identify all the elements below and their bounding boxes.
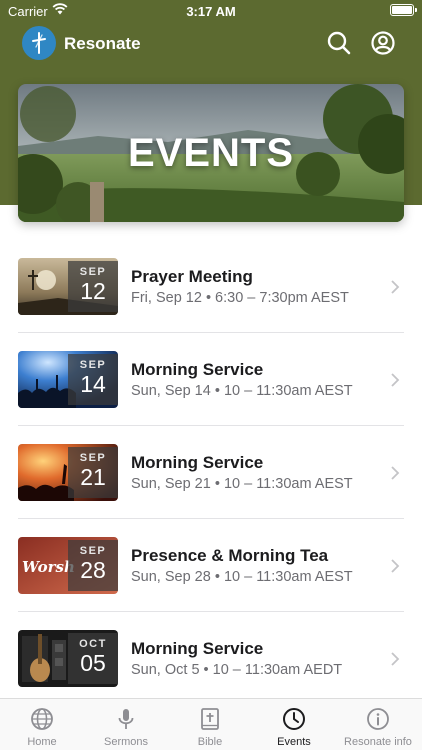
tab-label: Events xyxy=(277,736,311,748)
bible-icon xyxy=(201,708,219,730)
date-badge: SEP 28 xyxy=(68,540,118,591)
date-day: 14 xyxy=(80,371,106,397)
event-title: Presence & Morning Tea xyxy=(131,546,329,565)
date-badge: SEP 21 xyxy=(68,447,118,498)
date-badge: SEP 14 xyxy=(68,354,118,405)
date-month: SEP xyxy=(79,545,107,557)
date-badge: OCT 05 xyxy=(68,633,118,684)
event-thumbnail: SEP 14 xyxy=(18,351,118,408)
chevron-right-icon xyxy=(391,559,400,573)
tab-label: Sermons xyxy=(103,736,149,748)
date-day: 28 xyxy=(80,557,106,583)
tab-bar: Home Sermons Bible Events Resonate info xyxy=(0,698,422,750)
event-subtitle: Sun, Sep 14 • 10 – 11:30am AEST xyxy=(131,383,353,399)
tab-resonate-info[interactable]: Resonate info xyxy=(336,699,420,750)
event-subtitle: Sun, Oct 5 • 10 – 11:30am AEDT xyxy=(131,662,343,678)
status-bar: Carrier 3:17 AM xyxy=(0,0,422,22)
date-month: SEP xyxy=(79,452,107,464)
event-item[interactable]: OCT 05 Morning Service Sun, Oct 5 • 10 –… xyxy=(18,612,404,705)
event-title: Morning Service xyxy=(131,639,264,658)
event-item[interactable]: SEP 12 Prayer Meeting Fri, Sep 12 • 6:30… xyxy=(18,240,404,333)
date-month: SEP xyxy=(79,266,107,278)
tab-label: Home xyxy=(27,736,57,748)
date-day: 05 xyxy=(80,650,106,676)
date-month: OCT xyxy=(79,638,107,650)
app-logo xyxy=(22,26,56,60)
cross-icon xyxy=(32,32,46,54)
tab-events[interactable]: Events xyxy=(252,699,336,750)
chevron-right-icon xyxy=(391,373,400,387)
event-title: Morning Service xyxy=(131,360,264,379)
status-time: 3:17 AM xyxy=(186,4,236,19)
globe-icon xyxy=(31,708,53,730)
events-hero-banner: EVENTS xyxy=(18,84,404,222)
chevron-right-icon xyxy=(391,280,400,294)
date-day: 12 xyxy=(80,278,106,304)
info-icon xyxy=(367,708,389,730)
tab-label: Bible xyxy=(197,736,223,748)
account-icon[interactable] xyxy=(370,30,396,56)
chevron-right-icon xyxy=(391,652,400,666)
chevron-right-icon xyxy=(391,466,400,480)
event-title: Morning Service xyxy=(131,453,264,472)
clock-icon xyxy=(283,708,305,730)
search-icon[interactable] xyxy=(326,30,352,56)
nav-bar: Resonate xyxy=(0,24,422,64)
date-day: 21 xyxy=(80,464,106,490)
battery-icon xyxy=(390,4,414,16)
event-subtitle: Fri, Sep 12 • 6:30 – 7:30pm AEST xyxy=(131,290,349,306)
event-subtitle: Sun, Sep 28 • 10 – 11:30am AEST xyxy=(131,569,353,585)
event-title: Prayer Meeting xyxy=(131,267,253,286)
date-month: SEP xyxy=(79,359,107,371)
event-subtitle: Sun, Sep 21 • 10 – 11:30am AEST xyxy=(131,476,353,492)
tab-bible[interactable]: Bible xyxy=(168,699,252,750)
hero-title: EVENTS xyxy=(127,130,295,175)
tab-label: Resonate info xyxy=(344,736,412,748)
event-thumbnail: SEP 12 xyxy=(18,258,118,315)
event-item[interactable]: SEP 14 Morning Service Sun, Sep 14 • 10 … xyxy=(18,333,404,426)
tab-sermons[interactable]: Sermons xyxy=(84,699,168,750)
worship-thumb-text: Worsh xyxy=(22,558,75,576)
event-item[interactable]: SEP 21 Morning Service Sun, Sep 21 • 10 … xyxy=(18,426,404,519)
event-list: SEP 12 Prayer Meeting Fri, Sep 12 • 6:30… xyxy=(0,240,422,705)
event-thumbnail: OCT 05 xyxy=(18,630,118,687)
tab-home[interactable]: Home xyxy=(0,699,84,750)
event-item[interactable]: Worsh SEP 28 Presence & Morning Tea Sun,… xyxy=(18,519,404,612)
date-badge: SEP 12 xyxy=(68,261,118,312)
event-thumbnail: SEP 21 xyxy=(18,444,118,501)
event-thumbnail: Worsh SEP 28 xyxy=(18,537,118,594)
microphone-icon xyxy=(118,709,134,729)
app-title: Resonate xyxy=(64,34,141,53)
